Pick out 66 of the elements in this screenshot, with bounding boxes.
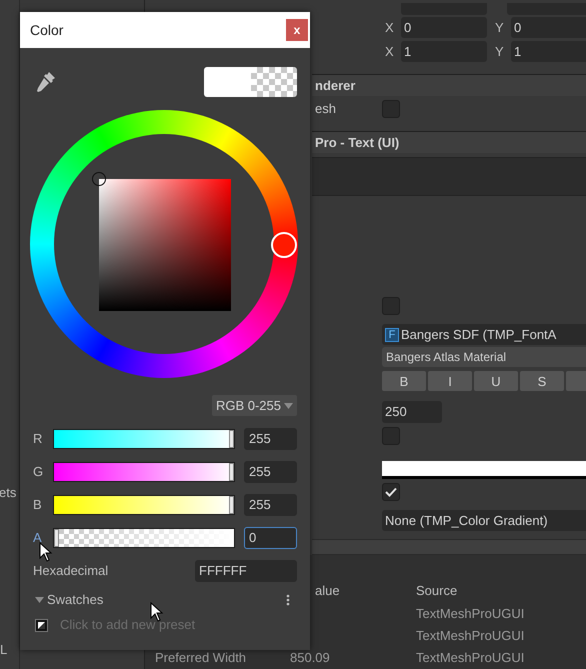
checkbox[interactable] — [382, 296, 400, 315]
caret-icon — [35, 596, 44, 604]
property-source: TextMeshProUGUI — [416, 605, 524, 624]
axis-label: X — [385, 18, 395, 37]
caret-icon — [284, 402, 293, 410]
style-toggle[interactable]: B — [382, 371, 426, 392]
style-toggle[interactable]: I — [428, 371, 472, 392]
component-header[interactable]: nderer — [312, 74, 586, 96]
number-field[interactable]: 250 — [382, 401, 442, 424]
color-field[interactable] — [382, 460, 586, 480]
color-mode-dropdown[interactable]: RGB 0-255 — [212, 395, 297, 416]
number-field[interactable]: 1 — [401, 41, 487, 62]
field-value: None (TMP_Color Gradient) — [385, 512, 548, 530]
channel-label: B — [32, 496, 43, 514]
property-source: TextMeshProUGUI — [416, 627, 524, 646]
channel-slider[interactable] — [53, 462, 235, 482]
axis-label: X — [385, 42, 395, 61]
number-field[interactable]: 0 — [401, 17, 487, 38]
channel-slider[interactable] — [53, 429, 235, 449]
material-field[interactable]: Bangers Atlas Material — [382, 347, 586, 368]
channel-value-field[interactable]: 0 — [244, 527, 297, 549]
channel-label: G — [32, 463, 44, 482]
channel-value-field[interactable]: 255 — [244, 461, 297, 483]
slider-handle[interactable] — [229, 496, 234, 514]
property-label: esh — [315, 100, 337, 118]
style-toggle[interactable]: S — [520, 371, 564, 392]
object-field[interactable]: None (TMP_Color Gradient) — [382, 510, 586, 532]
swatches-foldout[interactable]: Swatches — [35, 590, 104, 610]
style-toggle[interactable]: U — [474, 371, 518, 392]
number-field[interactable]: 0 — [511, 17, 586, 38]
slider-handle[interactable] — [54, 529, 59, 547]
number-field[interactable]: 1 — [511, 41, 586, 62]
checkbox[interactable] — [382, 427, 400, 446]
preset-swatch-icon[interactable] — [35, 618, 48, 632]
channel-value-field[interactable]: 255 — [244, 494, 297, 516]
channel-slider[interactable] — [53, 495, 235, 515]
field-value: Bangers SDF (TMP_FontA — [401, 326, 556, 344]
slider-handle[interactable] — [229, 463, 234, 481]
panel-text: L — [0, 640, 8, 658]
column-header: alue — [315, 582, 341, 600]
hex-label: Hexadecimal — [33, 562, 108, 580]
style-toggle[interactable] — [566, 371, 586, 392]
axis-label: Y — [495, 42, 505, 61]
property-value: 850.09 — [290, 649, 331, 668]
channel-label: R — [32, 430, 44, 448]
close-button[interactable]: x — [286, 19, 308, 41]
channel-label: A — [32, 529, 43, 548]
font-asset-icon: F — [385, 328, 399, 342]
axis-label: Y — [495, 18, 505, 37]
component-header[interactable]: Pro - Text (UI) — [312, 131, 586, 154]
checkmark-icon — [385, 486, 397, 497]
mouse-pointer-icon — [150, 602, 164, 622]
more-options-icon[interactable] — [286, 594, 290, 606]
eyedropper-icon — [36, 71, 56, 93]
mouse-pointer-icon — [39, 542, 53, 562]
checkbox[interactable] — [382, 482, 400, 501]
channel-value-field[interactable]: 255 — [244, 428, 297, 450]
checkbox[interactable] — [382, 100, 400, 118]
window-title: Color — [30, 20, 64, 40]
slider-handle[interactable] — [229, 430, 234, 448]
channel-slider[interactable] — [53, 528, 235, 548]
property-source: TextMeshProUGUI — [416, 649, 524, 668]
column-header: Source — [416, 582, 458, 600]
object-field[interactable]: F Bangers SDF (TMP_FontA — [382, 324, 586, 346]
property-name: Preferred Width — [154, 649, 248, 668]
hex-field[interactable]: FFFFFF — [195, 560, 297, 582]
